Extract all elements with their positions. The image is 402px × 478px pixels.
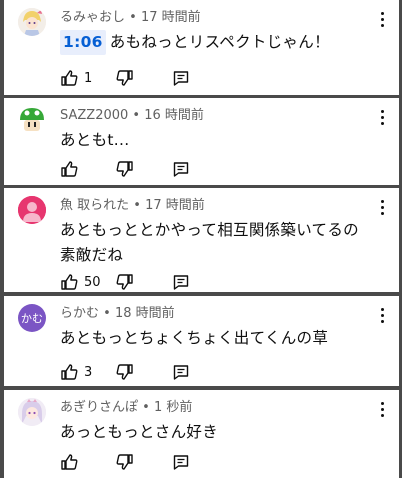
comment-body: あっともっとさん好き xyxy=(60,423,219,441)
more-options-icon[interactable] xyxy=(381,308,385,324)
dislike-button[interactable] xyxy=(116,160,172,178)
comment-card: るみゃおし • 17 時間前 1:06 あもねっとリスペクトじゃん！ 1 xyxy=(4,0,399,95)
comment-text: あともっととかやって相互関係築いてるの素敵だね xyxy=(60,218,359,268)
author-name[interactable]: あぎりさんぽ xyxy=(60,400,138,415)
comment-meta: 魚 取られた • 17 時間前 xyxy=(60,194,205,213)
avatar[interactable] xyxy=(18,196,46,224)
author-name[interactable]: らかむ xyxy=(60,306,99,321)
meta-separator: • xyxy=(128,108,145,123)
meta-separator: • xyxy=(129,198,146,213)
comment-card: かむ らかむ • 18 時間前 あともっとちょくちょく出てくんの草 3 xyxy=(4,296,399,386)
like-button[interactable] xyxy=(60,160,116,178)
comment-actions: 3 xyxy=(60,362,190,382)
like-count: 3 xyxy=(84,364,93,380)
like-count: 1 xyxy=(84,70,93,86)
comment-actions xyxy=(60,159,190,179)
meta-separator: • xyxy=(99,306,115,321)
thumbs-down-icon xyxy=(116,454,133,470)
avatar[interactable]: かむ xyxy=(18,304,46,332)
comment-time[interactable]: 18 時間前 xyxy=(115,306,175,321)
thumbs-up-icon xyxy=(61,161,78,177)
comment-text: あともっとちょくちょく出てくんの草 xyxy=(60,326,359,351)
comment-actions xyxy=(60,452,190,472)
like-button[interactable] xyxy=(60,453,116,471)
dislike-button[interactable] xyxy=(116,69,172,87)
comment-body: あともっとちょくちょく出てくんの草 xyxy=(60,329,329,347)
comment-actions: 50 xyxy=(60,272,190,292)
comment-meta: らかむ • 18 時間前 xyxy=(60,302,175,321)
author-name[interactable]: SAZZ2000 xyxy=(60,108,128,123)
reply-button[interactable] xyxy=(172,453,190,471)
more-options-icon[interactable] xyxy=(381,402,385,418)
more-options-icon[interactable] xyxy=(381,110,385,126)
timestamp-link[interactable]: 1:06 xyxy=(60,30,106,55)
comment-time[interactable]: 1 秒前 xyxy=(154,400,192,415)
dislike-button[interactable] xyxy=(116,273,172,291)
avatar[interactable] xyxy=(18,398,46,426)
thumbs-down-icon xyxy=(116,274,133,290)
thumbs-down-icon xyxy=(116,70,133,86)
comment-meta: SAZZ2000 • 16 時間前 xyxy=(60,104,204,123)
comment-card: あぎりさんぽ • 1 秒前 あっともっとさん好き xyxy=(4,390,399,478)
reply-icon xyxy=(173,162,189,177)
comment-time[interactable]: 16 時間前 xyxy=(144,108,204,123)
thumbs-up-icon xyxy=(61,454,78,470)
reply-button[interactable] xyxy=(172,69,190,87)
comment-body: あともt... xyxy=(60,131,130,149)
mushroom-avatar-icon xyxy=(18,106,46,134)
like-button[interactable]: 1 xyxy=(60,69,116,87)
thumbs-up-icon xyxy=(61,70,78,86)
author-name[interactable]: 魚 取られた xyxy=(60,198,129,213)
comment-time[interactable]: 17 時間前 xyxy=(141,10,201,25)
comment-actions: 1 xyxy=(60,68,190,88)
comment-text: 1:06 あもねっとリスペクトじゃん！ xyxy=(60,30,359,55)
like-button[interactable]: 50 xyxy=(60,273,116,291)
comment-card: 魚 取られた • 17 時間前 あともっととかやって相互関係築いてるの素敵だね … xyxy=(4,188,399,292)
thumbs-up-icon xyxy=(61,364,78,380)
more-options-icon[interactable] xyxy=(381,200,385,216)
comment-meta: あぎりさんぽ • 1 秒前 xyxy=(60,396,192,415)
reply-icon xyxy=(173,365,189,380)
reply-icon xyxy=(173,71,189,86)
like-count: 50 xyxy=(84,274,101,290)
reply-button[interactable] xyxy=(172,273,190,291)
comment-time[interactable]: 17 時間前 xyxy=(145,198,205,213)
comment-text: あともt... xyxy=(60,128,359,153)
thumbs-down-icon xyxy=(116,364,133,380)
thumbs-down-icon xyxy=(116,161,133,177)
comment-body: あともっととかやって相互関係築いてるの素敵だね xyxy=(60,221,359,264)
meta-separator: • xyxy=(138,400,154,415)
dislike-button[interactable] xyxy=(116,363,172,381)
comment-body: あもねっとリスペクトじゃん！ xyxy=(109,33,330,51)
meta-separator: • xyxy=(125,10,141,25)
reply-button[interactable] xyxy=(172,160,190,178)
author-name[interactable]: るみゃおし xyxy=(60,10,125,25)
default-person-avatar-icon xyxy=(18,196,46,224)
like-button[interactable]: 3 xyxy=(60,363,116,381)
dislike-button[interactable] xyxy=(116,453,172,471)
comment-card: SAZZ2000 • 16 時間前 あともt... xyxy=(4,98,399,185)
reply-button[interactable] xyxy=(172,363,190,381)
anime-avatar-icon xyxy=(18,398,46,426)
reply-icon xyxy=(173,455,189,470)
anime-avatar-icon xyxy=(18,8,46,36)
comment-text: あっともっとさん好き xyxy=(60,420,359,445)
reply-icon xyxy=(173,275,189,290)
avatar-label: かむ xyxy=(21,312,43,325)
more-options-icon[interactable] xyxy=(381,12,385,28)
thumbs-up-icon xyxy=(61,274,78,290)
avatar[interactable] xyxy=(18,8,46,36)
avatar[interactable] xyxy=(18,106,46,134)
comment-meta: るみゃおし • 17 時間前 xyxy=(60,6,201,25)
